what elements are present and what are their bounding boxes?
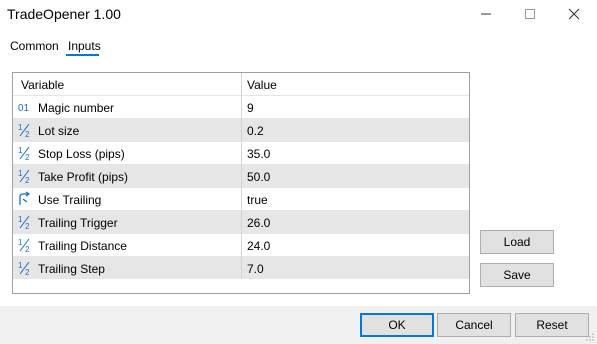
variable-value[interactable]: 7.0 (247, 262, 264, 276)
svg-text:01: 01 (18, 103, 30, 114)
svg-text:1: 1 (18, 215, 23, 224)
fraction-icon: 12 (18, 238, 30, 253)
variable-value[interactable]: 50.0 (247, 170, 270, 184)
variable-value[interactable]: 24.0 (247, 239, 270, 253)
inputs-grid: Variable Value 01 Magic number 9 1 2 Lot size… (12, 72, 470, 294)
svg-text:1: 1 (18, 123, 23, 132)
variable-name: Trailing Step (38, 262, 105, 276)
active-tab-indicator (66, 54, 99, 56)
svg-text:1: 1 (18, 169, 23, 178)
svg-text:2: 2 (25, 153, 30, 161)
svg-text:2: 2 (25, 130, 30, 138)
save-button[interactable]: Save (480, 263, 554, 287)
variable-name: Use Trailing (38, 193, 102, 207)
resize-grip-icon[interactable] (585, 332, 595, 342)
fraction-icon: 12 (18, 123, 30, 138)
svg-text:1: 1 (18, 238, 23, 247)
variable-value[interactable]: 26.0 (247, 216, 270, 230)
minimize-icon (481, 13, 491, 15)
variable-value[interactable]: 9 (247, 101, 254, 115)
svg-text:2: 2 (25, 268, 30, 276)
column-header-variable[interactable]: Variable (21, 78, 64, 92)
tab-inputs[interactable]: Inputs (68, 39, 101, 53)
footer: OK Cancel Reset (0, 306, 597, 344)
load-button[interactable]: Load (480, 230, 554, 254)
maximize-icon (525, 9, 535, 19)
close-button[interactable] (552, 0, 596, 28)
column-header-value[interactable]: Value (247, 78, 277, 92)
fraction-icon: 12 (18, 146, 30, 161)
svg-text:1: 1 (18, 261, 23, 270)
variable-name: Trailing Distance (38, 239, 127, 253)
minimize-button[interactable] (464, 0, 508, 28)
bool-icon (19, 191, 31, 205)
variable-value[interactable]: 0.2 (247, 124, 264, 138)
svg-text:2: 2 (25, 176, 30, 184)
svg-text:2: 2 (25, 222, 30, 230)
svg-text:2: 2 (25, 245, 30, 253)
fraction-icon: 12 (18, 215, 30, 230)
int-icon: 01 (18, 103, 30, 114)
ok-button[interactable]: OK (360, 313, 434, 337)
cancel-button[interactable]: Cancel (437, 313, 511, 337)
variable-name: Lot size (38, 124, 80, 138)
variable-name: Stop Loss (pips) (38, 147, 125, 161)
fraction-icon: 12 (18, 261, 30, 276)
tab-bar: Common Inputs (0, 30, 597, 62)
variable-name: Magic number (38, 101, 115, 115)
variable-name: Take Profit (pips) (38, 170, 129, 184)
svg-text:1: 1 (18, 146, 23, 155)
variable-name: Trailing Trigger (38, 216, 118, 230)
inputs-panel: Variable Value 01 Magic number 9 1 2 Lot size… (0, 62, 597, 306)
fraction-icon: 12 (18, 169, 30, 184)
variable-value[interactable]: 35.0 (247, 147, 270, 161)
maximize-button[interactable] (508, 0, 552, 28)
title-bar: TradeOpener 1.00 (0, 0, 597, 30)
tab-common[interactable]: Common (10, 39, 59, 53)
variable-value[interactable]: true (247, 193, 268, 207)
reset-button[interactable]: Reset (515, 313, 589, 337)
column-divider[interactable] (241, 73, 242, 279)
close-icon (568, 8, 580, 20)
window-title: TradeOpener 1.00 (7, 6, 121, 22)
